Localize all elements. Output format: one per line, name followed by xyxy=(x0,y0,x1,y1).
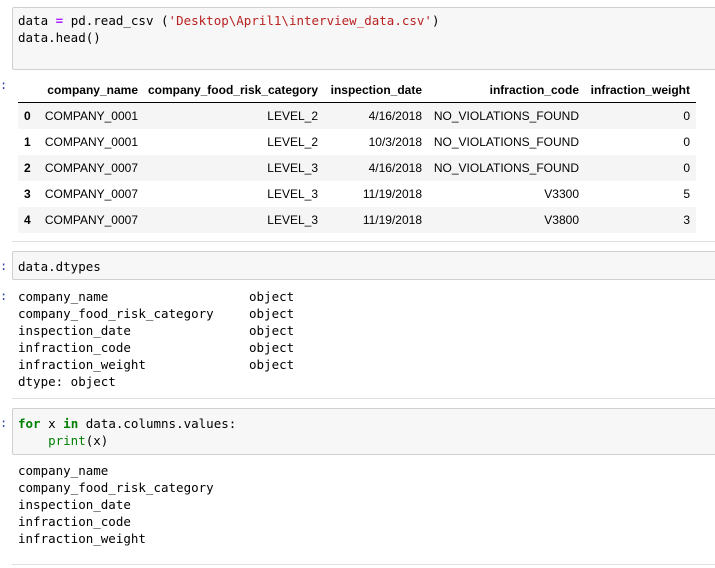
cell-company-name: COMPANY_0007 xyxy=(44,187,138,201)
table-header-row: company_name company_food_risk_category … xyxy=(18,78,696,103)
cell-infraction-weight: 5 xyxy=(683,187,690,201)
cell-risk-category: LEVEL_3 xyxy=(267,213,318,227)
print-output-line: infraction_weight xyxy=(18,531,146,546)
dtype-type: object xyxy=(249,357,295,372)
dtype-name: inspection_date xyxy=(18,323,131,338)
cell-inspection-date: 4/16/2018 xyxy=(368,161,422,175)
cell-infraction-code: NO_VIOLATIONS_FOUND xyxy=(433,161,579,175)
output-prompt-head: : xyxy=(0,78,8,92)
row-index: 2 xyxy=(24,161,31,175)
cell-inspection-date: 4/16/2018 xyxy=(368,109,422,123)
code-token-var: data xyxy=(18,13,49,28)
dtype-type: object xyxy=(249,340,295,355)
cell-separator xyxy=(12,564,715,565)
code-token-iter: data.columns.values: xyxy=(85,416,237,431)
input-prompt-loop: : xyxy=(0,416,8,430)
table-row: 0 COMPANY_0001 LEVEL_2 4/16/2018 NO_VIOL… xyxy=(18,103,696,129)
cell-inspection-date: 11/19/2018 xyxy=(362,187,422,201)
cell-infraction-code: V3300 xyxy=(544,187,579,201)
dtype-type: object xyxy=(249,323,295,338)
cell-risk-category: LEVEL_3 xyxy=(267,187,318,201)
print-output-line: inspection_date xyxy=(18,497,131,512)
dtype-line: infraction_code object xyxy=(18,339,294,356)
dataframe-table: company_name company_food_risk_category … xyxy=(18,78,696,233)
cell-infraction-code: NO_VIOLATIONS_FOUND xyxy=(433,109,579,123)
row-index: 1 xyxy=(24,135,31,149)
cell-infraction-code: NO_VIOLATIONS_FOUND xyxy=(433,135,579,149)
dtype-line: company_name object xyxy=(18,288,294,305)
column-header-company-name: company_name xyxy=(47,83,138,97)
dtype-type: object xyxy=(249,306,295,321)
code-token-string: 'Desktop\April1\interview_data.csv' xyxy=(168,13,432,28)
cell-risk-category: LEVEL_3 xyxy=(267,161,318,175)
code-token-operator: = xyxy=(55,13,64,28)
code-token-args: (x) xyxy=(85,433,109,448)
code-token-call: pd.read_csv ( xyxy=(70,13,169,28)
code-token-keyword: for xyxy=(18,416,41,431)
row-index: 4 xyxy=(24,213,31,227)
cell-infraction-weight: 3 xyxy=(683,213,690,227)
code-token-builtin: print xyxy=(48,433,86,448)
row-index: 0 xyxy=(24,109,31,123)
cell-company-name: COMPANY_0001 xyxy=(44,109,138,123)
code-line-read-csv: data = pd.read_csv ('Desktop\April1\inte… xyxy=(18,12,439,29)
code-line-for: for x in data.columns.values: xyxy=(18,415,236,432)
dtype-line: inspection_date object xyxy=(18,322,294,339)
table-row: 1 COMPANY_0001 LEVEL_2 10/3/2018 NO_VIOL… xyxy=(18,129,696,155)
dtype-type: object xyxy=(249,289,295,304)
column-header-infraction-weight: infraction_weight xyxy=(590,83,690,97)
column-header-risk-category: company_food_risk_category xyxy=(147,83,318,97)
cell-inspection-date: 11/19/2018 xyxy=(362,213,422,227)
cell-company-name: COMPANY_0007 xyxy=(44,161,138,175)
dtype-name: infraction_weight xyxy=(18,357,146,372)
code-token-var: x xyxy=(48,416,56,431)
code-cell-dtypes[interactable] xyxy=(12,251,715,280)
cell-separator xyxy=(12,398,715,399)
dtype-name: company_name xyxy=(18,289,109,304)
code-line-dtypes: data.dtypes xyxy=(18,259,101,274)
code-line-head: data.head() xyxy=(18,30,101,45)
code-token-indent xyxy=(18,433,48,448)
cell-separator xyxy=(12,241,715,242)
column-header-inspection-date: inspection_date xyxy=(330,83,422,97)
cell-company-name: COMPANY_0007 xyxy=(44,213,138,227)
cell-risk-category: LEVEL_2 xyxy=(267,135,318,149)
code-token-keyword: in xyxy=(63,416,79,431)
table-row: 2 COMPANY_0007 LEVEL_3 4/16/2018 NO_VIOL… xyxy=(18,155,696,181)
cell-infraction-code: V3800 xyxy=(544,213,579,227)
dtype-name: company_food_risk_category xyxy=(18,306,214,321)
table-row: 3 COMPANY_0007 LEVEL_3 11/19/2018 V3300 … xyxy=(18,181,696,207)
output-prompt-dtypes: : xyxy=(0,289,8,303)
cell-company-name: COMPANY_0001 xyxy=(44,135,138,149)
cell-infraction-weight: 0 xyxy=(683,161,690,175)
dtype-line: infraction_weight object xyxy=(18,356,294,373)
print-output-line: company_food_risk_category xyxy=(18,480,214,495)
cell-risk-category: LEVEL_2 xyxy=(267,109,318,123)
table-row: 4 COMPANY_0007 LEVEL_3 11/19/2018 V3800 … xyxy=(18,207,696,233)
input-prompt-dtypes: : xyxy=(0,259,8,273)
code-line-print: print(x) xyxy=(18,432,108,449)
cell-infraction-weight: 0 xyxy=(683,135,690,149)
print-output-line: company_name xyxy=(18,463,109,478)
dtype-name: infraction_code xyxy=(18,340,131,355)
cell-infraction-weight: 0 xyxy=(683,109,690,123)
cell-inspection-date: 10/3/2018 xyxy=(368,135,422,149)
column-header-infraction-code: infraction_code xyxy=(489,83,579,97)
code-token-close: ) xyxy=(431,13,440,28)
row-index: 3 xyxy=(24,187,31,201)
dtype-line: company_food_risk_category object xyxy=(18,305,294,322)
dtype-footer: dtype: object xyxy=(18,374,116,389)
print-output-line: infraction_code xyxy=(18,514,131,529)
